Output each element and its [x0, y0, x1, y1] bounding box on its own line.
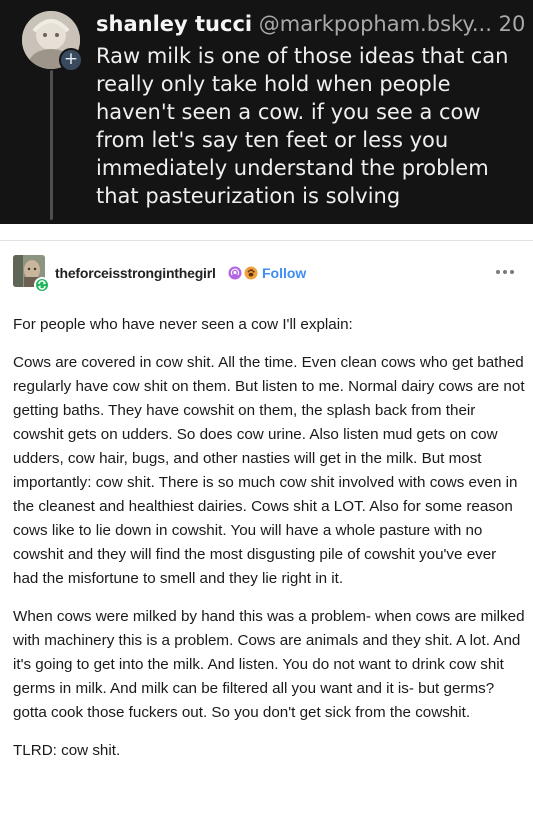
more-options-icon[interactable]	[493, 262, 517, 282]
follow-plus-icon[interactable]: +	[59, 48, 83, 72]
post-body: For people who have never seen a cow I'l…	[13, 313, 525, 777]
podcast-badge-icon	[228, 266, 242, 280]
quoted-post-screenshot: + shanley tucci @markpopham.bsky... 20h …	[0, 0, 533, 224]
post-paragraph: Cows are covered in cow shit. All the ti…	[13, 354, 525, 587]
reblog-icon	[34, 277, 50, 293]
divider	[0, 240, 533, 241]
paw-badge-icon	[244, 266, 258, 280]
follow-button[interactable]: Follow	[262, 263, 306, 283]
quoted-author-handle[interactable]: @markpopham.bsky...	[259, 12, 492, 36]
quoted-post-text: Raw milk is one of those ideas that can …	[96, 44, 509, 208]
post-paragraph: TLRD: cow shit.	[13, 742, 121, 759]
post-paragraph: For people who have never seen a cow I'l…	[13, 316, 353, 333]
thread-line	[50, 70, 53, 220]
quoted-post-header: shanley tucci @markpopham.bsky... 20h	[96, 10, 526, 38]
reblogger-username[interactable]: theforceisstronginthegirl	[55, 263, 216, 283]
quoted-author-name[interactable]: shanley tucci	[96, 12, 252, 36]
blog-badges[interactable]	[228, 265, 262, 281]
quoted-post-time: 20h	[498, 12, 526, 36]
post-paragraph: When cows were milked by hand this was a…	[13, 608, 525, 721]
